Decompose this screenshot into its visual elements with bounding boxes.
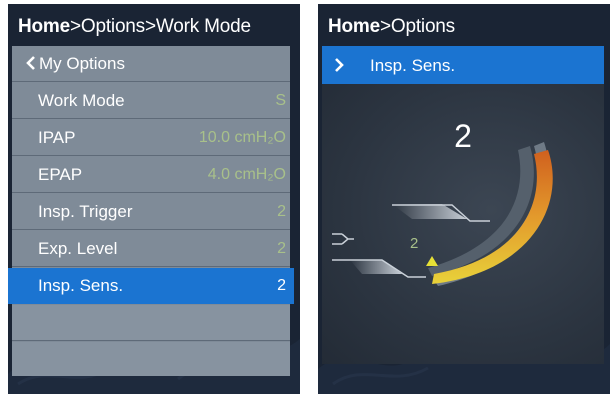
menu-item-exp-level[interactable]: Exp. Level 2 xyxy=(12,231,290,267)
menu-item-value: 2 xyxy=(277,203,286,220)
menu-item-value: 10.0 cmH₂O xyxy=(198,129,286,146)
breadcrumb: Home>Options>Work Mode xyxy=(18,16,251,40)
menu-item-insp-trigger[interactable]: Insp. Trigger 2 xyxy=(12,194,290,230)
back-to-my-options[interactable]: My Options xyxy=(12,46,290,82)
menu-item-label: Insp. Trigger xyxy=(38,202,133,221)
lower-blade xyxy=(350,260,402,274)
selected-setting-bar[interactable]: Insp. Sens. xyxy=(322,46,604,84)
sensitivity-graphic: 2 xyxy=(332,142,553,286)
options-menu: My Options Work Mode S IPAP 10.0 cmH₂O E… xyxy=(8,46,294,376)
breadcrumb: Home>Options xyxy=(328,16,455,40)
menu-item-insp-sens[interactable]: Insp. Sens. 2 xyxy=(8,268,294,304)
indicator-value: 2 xyxy=(410,235,418,252)
menu-item-label: EPAP xyxy=(38,165,83,184)
menu-item-label: IPAP xyxy=(38,128,76,147)
menu-item-value: 2 xyxy=(277,240,286,257)
breadcrumb-path: >Options>Work Mode xyxy=(70,16,251,37)
upper-blade xyxy=(392,204,467,219)
chevron-left-icon xyxy=(26,56,35,70)
menu-item-label: Exp. Level xyxy=(38,239,118,258)
selected-setting-label: Insp. Sens. xyxy=(370,56,456,75)
right-screen: Home>Options Insp. Sens. 2 2 xyxy=(318,4,610,394)
breadcrumb-path: >Options xyxy=(380,16,455,37)
fork-icon xyxy=(332,233,354,245)
indicator-triangle xyxy=(426,256,438,266)
sensitivity-panel: 2 2 xyxy=(322,84,604,364)
menu-empty-row xyxy=(12,342,290,376)
menu-item-ipap[interactable]: IPAP 10.0 cmH₂O xyxy=(12,120,290,156)
menu-item-label: Insp. Sens. xyxy=(38,276,124,295)
breadcrumb-home[interactable]: Home xyxy=(18,16,70,37)
menu-item-label: Work Mode xyxy=(38,91,125,110)
menu-empty-row xyxy=(12,305,290,341)
menu-item-work-mode[interactable]: Work Mode S xyxy=(12,83,290,119)
back-item-text: My Options xyxy=(26,54,125,74)
menu-item-value: S xyxy=(275,92,286,109)
menu-item-value: 4.0 cmH₂O xyxy=(207,166,286,183)
chevron-right-icon xyxy=(335,58,344,72)
left-screen: Home>Options>Work Mode My Options Work M… xyxy=(8,4,300,394)
breadcrumb-home[interactable]: Home xyxy=(328,16,380,37)
menu-item-epap[interactable]: EPAP 4.0 cmH₂O xyxy=(12,157,290,193)
menu-item-value: 2 xyxy=(277,277,286,294)
back-item-label: My Options xyxy=(39,54,125,73)
